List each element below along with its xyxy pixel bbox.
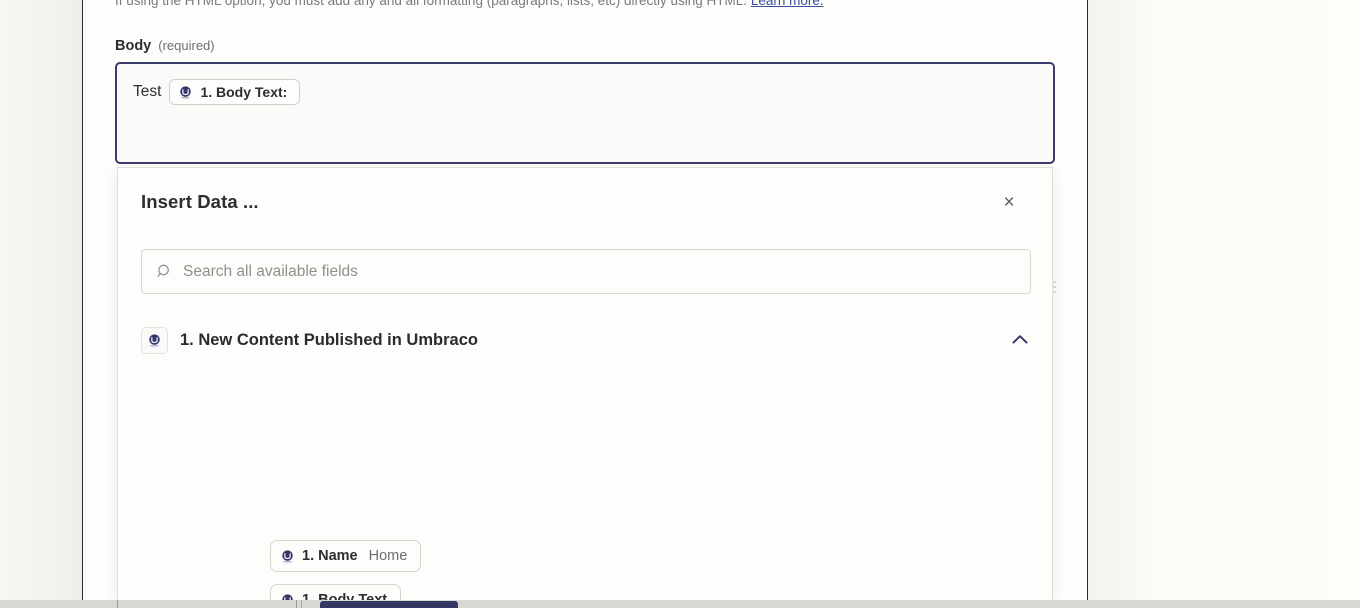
umbraco-icon — [141, 326, 168, 354]
page-background-right — [1088, 0, 1360, 608]
footer-panel-edge — [117, 600, 297, 608]
body-textarea[interactable]: Test 1. Body Text: — [115, 62, 1055, 164]
modal-header: Insert Data ... × — [118, 168, 1052, 236]
help-text: If using the HTML option, you must add a… — [115, 0, 748, 8]
body-required-hint: (required) — [158, 38, 215, 53]
search-input[interactable] — [183, 262, 1016, 281]
screen: If using the HTML option, you must add a… — [0, 0, 1360, 608]
field-chip-name[interactable]: 1. Name Home — [270, 540, 422, 572]
insert-data-modal: Insert Data ... × Search all available f… — [117, 167, 1053, 608]
body-literal-text: Test — [133, 83, 162, 100]
umbraco-icon — [280, 549, 295, 564]
umbraco-icon — [178, 85, 193, 100]
modal-title: Insert Data ... — [141, 191, 259, 212]
footer-strip — [0, 600, 1360, 608]
body-token-label: 1. Body Text: — [200, 84, 288, 100]
field-group-left: 1. New Content Published in Umbraco — [141, 326, 478, 354]
close-icon[interactable]: × — [996, 189, 1022, 215]
page-background-left — [0, 0, 82, 608]
field-group-title: 1. New Content Published in Umbraco — [180, 330, 478, 349]
field-group-header[interactable]: 1. New Content Published in Umbraco — [141, 323, 1031, 357]
list-item[interactable]: 1. Name Home — [270, 540, 422, 572]
learn-more-link[interactable]: Learn more. — [751, 0, 824, 8]
footer-divider — [301, 600, 302, 608]
search-icon — [156, 263, 173, 280]
field-sample-value: Home — [368, 548, 408, 564]
footer-primary-button[interactable] — [320, 601, 458, 608]
body-token-chip[interactable]: 1. Body Text: — [169, 79, 301, 105]
chevron-up-icon[interactable] — [1009, 329, 1031, 351]
body-label: Body — [115, 38, 152, 54]
body-label-row: Body (required) — [115, 38, 215, 54]
field-label: 1. Name — [302, 548, 358, 564]
search-field[interactable] — [141, 249, 1031, 294]
help-text-row: If using the HTML option, you must add a… — [115, 0, 1015, 9]
